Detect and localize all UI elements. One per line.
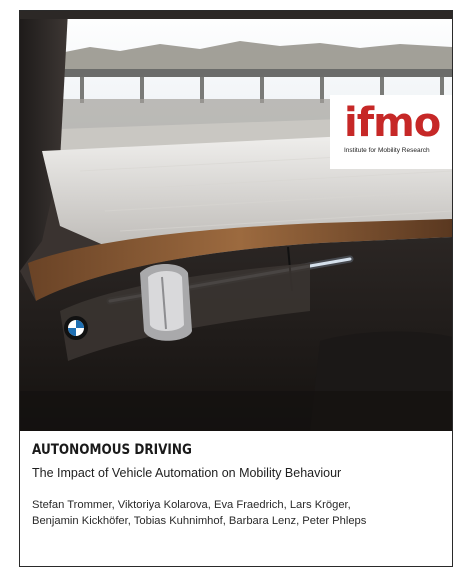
authors-list: Stefan Trommer, Viktoriya Kolarova, Eva … — [32, 497, 447, 529]
bmw-logo-icon — [64, 316, 88, 340]
ifmo-brand-name: ifmo — [344, 100, 441, 146]
ifmo-tagline: Institute for Mobility Research — [344, 147, 430, 154]
report-title: AUTONOMOUS DRIVING — [32, 442, 192, 458]
report-subtitle: The Impact of Vehicle Automation on Mobi… — [32, 466, 342, 480]
authors-line: Benjamin Kickhöfer, Tobias Kuhnimhof, Ba… — [32, 515, 367, 527]
car-interior-dashboard-image: ifmo Institute for Mobility Research — [20, 11, 452, 431]
report-cover: ifmo Institute for Mobility Research AUT… — [19, 10, 453, 567]
page: ifmo Institute for Mobility Research AUT… — [0, 0, 455, 574]
authors-line: Stefan Trommer, Viktoriya Kolarova, Eva … — [32, 499, 351, 511]
ifmo-logo: ifmo Institute for Mobility Research — [330, 95, 452, 169]
cover-photo-illustration — [20, 11, 452, 431]
